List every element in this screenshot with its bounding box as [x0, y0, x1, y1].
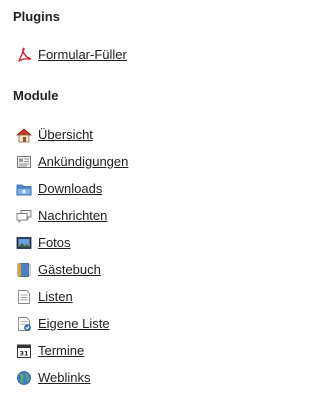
plugin-item-label[interactable]: Formular-Füller: [38, 47, 127, 62]
module-item-downloads[interactable]: Downloads: [16, 175, 128, 202]
module-item-ankuendigungen[interactable]: Ankündigungen: [16, 148, 128, 175]
module-item-label[interactable]: Listen: [38, 289, 73, 304]
module-item-label[interactable]: Fotos: [38, 235, 71, 250]
pdf-icon: [16, 47, 32, 63]
messages-icon: [16, 208, 32, 224]
plugin-item-formular-fueller[interactable]: Formular-Füller: [16, 41, 127, 68]
photo-icon: [16, 235, 32, 251]
module-heading: Module: [13, 88, 59, 103]
module-item-weblinks[interactable]: Weblinks: [16, 364, 128, 391]
calendar-icon: 31: [16, 343, 32, 359]
module-item-label[interactable]: Downloads: [38, 181, 102, 196]
module-item-listen[interactable]: Listen: [16, 283, 128, 310]
module-item-label[interactable]: Gästebuch: [38, 262, 101, 277]
module-item-nachrichten[interactable]: Nachrichten: [16, 202, 128, 229]
module-list: Übersicht Ankündigungen Downloads Nachri…: [16, 121, 128, 391]
module-item-eigene-liste[interactable]: Eigene Liste: [16, 310, 128, 337]
module-item-label[interactable]: Nachrichten: [38, 208, 107, 223]
module-item-label[interactable]: Ankündigungen: [38, 154, 128, 169]
globe-icon: [16, 370, 32, 386]
sidebar-panel: Plugins Formular-Füller Module Übersicht: [0, 0, 263, 398]
list-icon: [16, 289, 32, 305]
module-item-uebersicht[interactable]: Übersicht: [16, 121, 128, 148]
home-icon: [16, 127, 32, 143]
announcement-icon: [16, 154, 32, 170]
module-item-label[interactable]: Weblinks: [38, 370, 91, 385]
svg-text:31: 31: [19, 349, 29, 357]
plugins-list: Formular-Füller: [16, 41, 127, 68]
module-item-label[interactable]: Eigene Liste: [38, 316, 110, 331]
module-item-label[interactable]: Termine: [38, 343, 84, 358]
plugins-heading: Plugins: [13, 9, 60, 24]
module-item-termine[interactable]: 31 Termine: [16, 337, 128, 364]
module-item-fotos[interactable]: Fotos: [16, 229, 128, 256]
folder-icon: [16, 181, 32, 197]
module-item-gaestebuch[interactable]: Gästebuch: [16, 256, 128, 283]
module-item-label[interactable]: Übersicht: [38, 127, 93, 142]
guestbook-icon: [16, 262, 32, 278]
custom-list-icon: [16, 316, 32, 332]
